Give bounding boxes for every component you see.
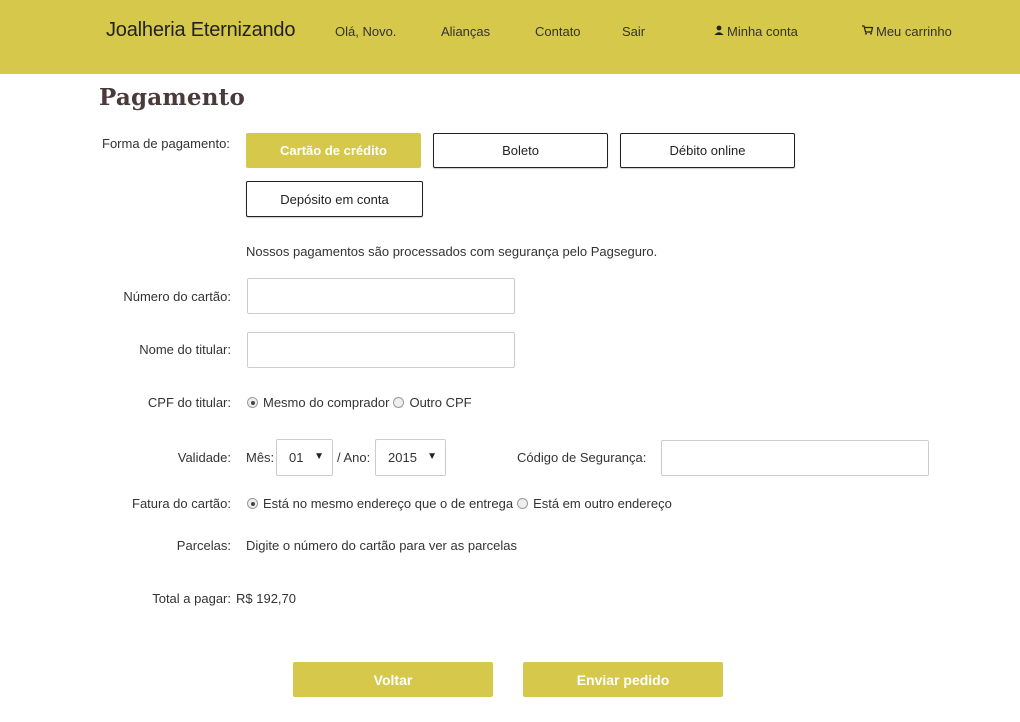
page-title: Pagamento [99,84,246,111]
payment-method-label: Forma de pagamento: [102,136,230,151]
nav-contato[interactable]: Contato [535,24,581,39]
year-select[interactable]: 2015 ▼ [375,439,446,476]
installments-label: Parcelas: [176,538,231,553]
nav-sair[interactable]: Sair [622,24,645,39]
billing-option-same-label: Está no mesmo endereço que o de entrega [263,496,514,511]
cpf-option-same[interactable]: Mesmo do comprador [247,395,389,410]
security-code-input[interactable] [661,440,929,476]
cart-link[interactable]: Meu carrinho [862,24,952,39]
radio-selected-icon[interactable] [247,498,258,509]
dropdown-arrow-icon: ▼ [427,451,437,462]
submit-order-button[interactable]: Enviar pedido [523,662,723,697]
dropdown-arrow-icon: ▼ [314,451,324,462]
holder-name-label: Nome do titular: [139,342,231,357]
user-icon [714,25,724,38]
billing-option-other-label: Está em outro endereço [533,496,672,511]
card-number-label: Número do cartão: [123,289,231,304]
month-select[interactable]: 01 ▼ [276,439,333,476]
validity-label: Validade: [177,450,231,465]
account-label: Minha conta [727,24,798,39]
cpf-option-other[interactable]: Outro CPF [393,395,472,410]
cpf-radio-group: Mesmo do comprador Outro CPF [247,395,476,410]
month-label: Mês: [246,450,275,465]
payment-option-deposito[interactable]: Depósito em conta [246,181,423,217]
total-value: R$ 192,70 [236,591,296,606]
radio-icon[interactable] [393,397,405,408]
cpf-label: CPF do titular: [147,395,231,410]
month-select-value: 01 [289,450,304,465]
billing-option-other-address[interactable]: Está em outro endereço [517,496,672,511]
cart-label: Meu carrinho [876,24,952,39]
security-note: Nossos pagamentos são processados com se… [246,244,658,259]
account-link[interactable]: Minha conta [714,24,798,39]
billing-option-same-address[interactable]: Está no mesmo endereço que o de entrega [247,496,513,511]
nav-aliancas[interactable]: Alianças [441,24,490,39]
installments-text: Digite o número do cartão para ver as pa… [246,538,517,553]
radio-icon[interactable] [517,498,529,509]
cpf-option-same-label: Mesmo do comprador [263,395,390,410]
total-label: Total a pagar: [152,591,231,606]
back-button[interactable]: Voltar [293,662,493,697]
holder-name-input[interactable] [247,332,515,368]
payment-option-credit-card[interactable]: Cartão de crédito [246,133,421,168]
payment-option-boleto[interactable]: Boleto [433,133,608,168]
radio-selected-icon[interactable] [247,397,258,408]
cpf-option-other-label: Outro CPF [409,395,472,410]
greeting-text: Olá, Novo. [335,24,397,39]
payment-option-debito-online[interactable]: Débito online [620,133,795,168]
year-label: / Ano: [337,450,371,465]
site-header: Joalheria Eternizando Olá, Novo. Aliança… [0,0,1020,74]
brand-logo[interactable]: Joalheria Eternizando [106,19,295,42]
year-select-value: 2015 [388,450,417,465]
card-number-input[interactable] [247,278,515,314]
cart-icon [862,25,874,38]
security-code-label: Código de Segurança: [517,450,647,465]
billing-radio-group: Está no mesmo endereço que o de entrega … [247,496,676,511]
billing-label: Fatura do cartão: [132,496,231,511]
